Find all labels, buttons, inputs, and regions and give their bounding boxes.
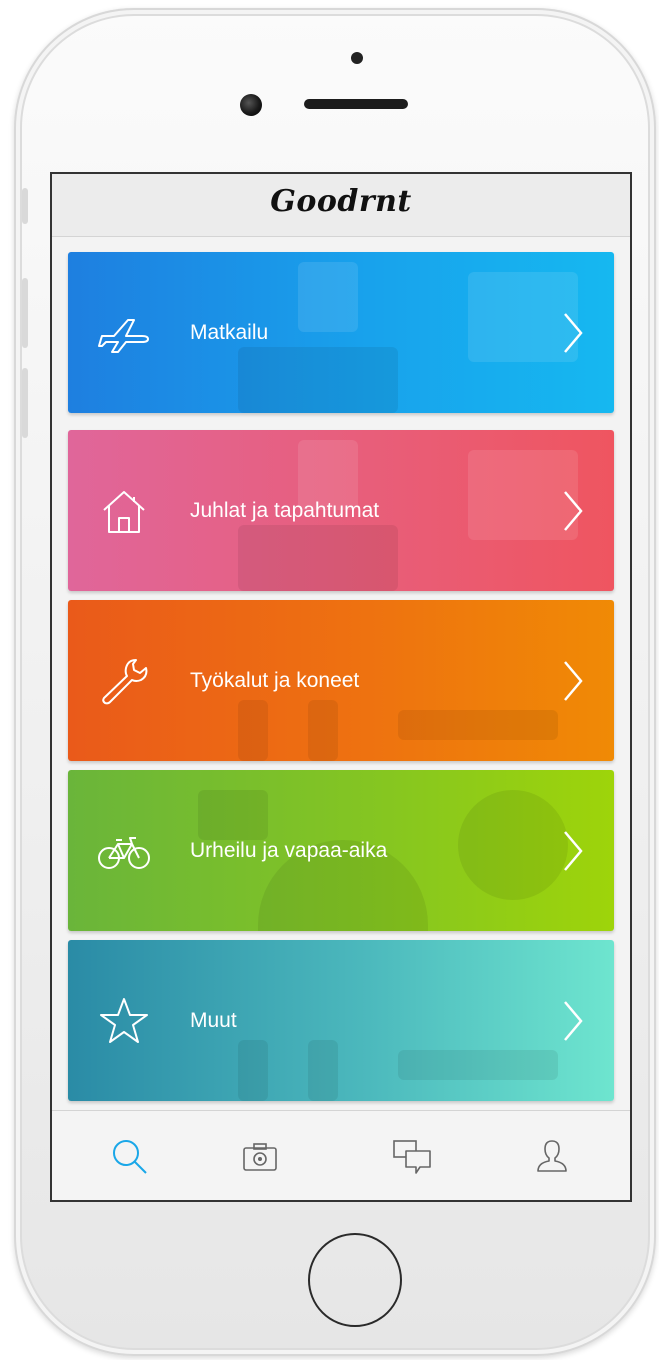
chat-icon[interactable] bbox=[390, 1135, 434, 1179]
search-icon[interactable] bbox=[108, 1135, 152, 1179]
volume-up-button bbox=[22, 278, 28, 348]
category-label: Matkailu bbox=[190, 320, 269, 344]
home-button[interactable] bbox=[308, 1233, 402, 1327]
chevron-right-icon bbox=[564, 1000, 583, 1041]
category-matkailu[interactable]: Matkailu bbox=[68, 252, 614, 413]
airplane-icon bbox=[98, 318, 149, 353]
category-juhlat[interactable]: Juhlat ja tapahtumat bbox=[68, 430, 614, 591]
category-label: Urheilu ja vapaa-aika bbox=[190, 838, 388, 862]
star-icon bbox=[100, 997, 148, 1043]
app-screen: Goodrnt Matkailu Juhlat ja tapahtumat Ty… bbox=[50, 172, 632, 1202]
chevron-right-icon bbox=[564, 660, 583, 701]
category-muut[interactable]: Muut bbox=[68, 940, 614, 1101]
house-icon bbox=[103, 490, 145, 533]
category-tyokalut[interactable]: Työkalut ja koneet bbox=[68, 600, 614, 761]
mute-switch bbox=[22, 188, 28, 224]
app-logo: Goodrnt bbox=[270, 184, 412, 219]
earpiece-speaker bbox=[304, 99, 408, 109]
category-label: Muut bbox=[190, 1008, 237, 1032]
navigation-bar: Goodrnt bbox=[52, 174, 630, 237]
camera-icon[interactable] bbox=[238, 1135, 282, 1179]
front-camera bbox=[240, 94, 262, 116]
tab-bar bbox=[52, 1110, 630, 1200]
proximity-sensor bbox=[351, 52, 363, 64]
category-label: Juhlat ja tapahtumat bbox=[190, 498, 380, 522]
wrench-icon bbox=[102, 658, 148, 704]
bicycle-icon bbox=[98, 836, 150, 869]
profile-icon[interactable] bbox=[530, 1135, 574, 1179]
chevron-right-icon bbox=[564, 490, 583, 531]
volume-down-button bbox=[22, 368, 28, 438]
chevron-right-icon bbox=[564, 830, 583, 871]
category-urheilu[interactable]: Urheilu ja vapaa-aika bbox=[68, 770, 614, 931]
chevron-right-icon bbox=[564, 312, 583, 353]
category-label: Työkalut ja koneet bbox=[190, 668, 360, 692]
